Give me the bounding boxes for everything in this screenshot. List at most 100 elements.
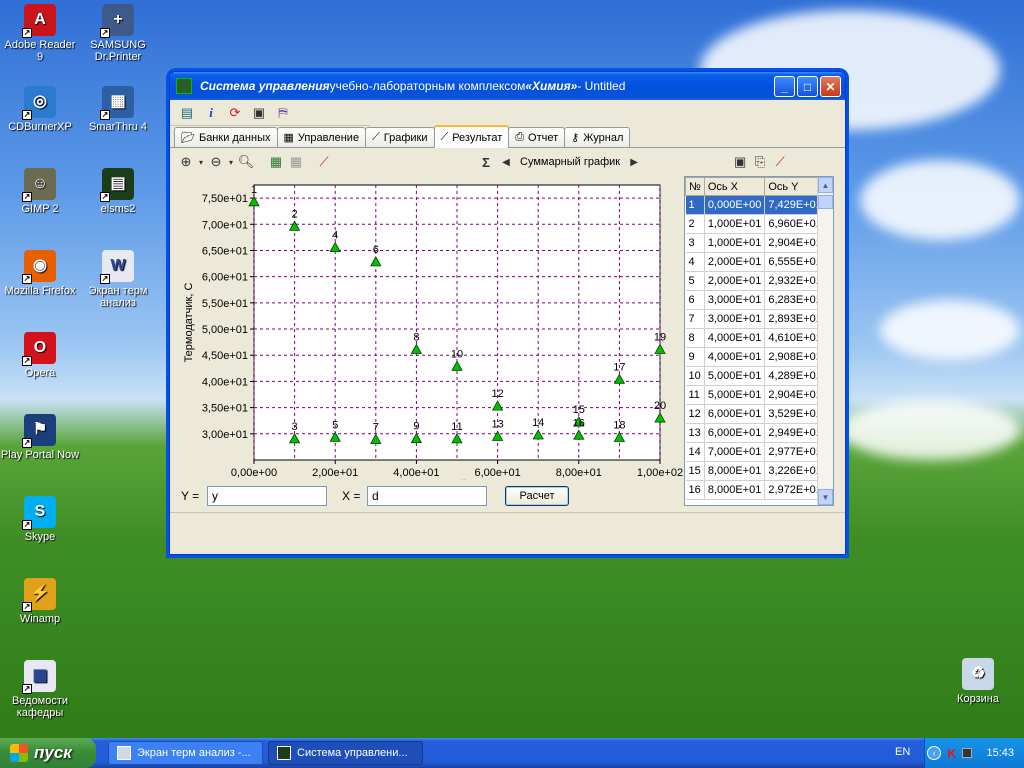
tab-4[interactable]: ⟋ Результат: [433, 125, 510, 148]
scroll-thumb[interactable]: [818, 195, 833, 209]
table-cell[interactable]: 5: [685, 271, 705, 291]
start-button[interactable]: пуск: [0, 738, 96, 768]
column-header[interactable]: Ось X: [703, 177, 766, 196]
table-cell[interactable]: 6,000E+01: [704, 404, 766, 424]
copy-chart-icon[interactable]: ⎘: [750, 153, 770, 171]
desktop-icon[interactable]: ▩ ↗ Ведомости кафедры: [0, 660, 80, 719]
table-cell[interactable]: 4: [685, 252, 705, 272]
network-icon[interactable]: [962, 748, 973, 758]
calculator-icon[interactable]: ▤: [178, 104, 196, 122]
save-icon[interactable]: ▣: [250, 104, 268, 122]
table-cell[interactable]: 4,000E+01: [704, 347, 766, 367]
desktop-icon[interactable]: O ↗ Opera: [0, 332, 80, 379]
table-cell[interactable]: 5,000E+01: [704, 385, 766, 405]
desktop-icon[interactable]: ◎ ↗ CDBurnerXP: [0, 86, 80, 133]
table-row[interactable]: 2 1,000E+01 6,960E+01: [685, 214, 826, 234]
title-bar[interactable]: Система управления учебно-лабораторным к…: [170, 72, 845, 100]
tab-1[interactable]: 📂︎ Банки данных: [174, 127, 278, 147]
tab-3[interactable]: ⟋ Графики: [365, 127, 435, 147]
grid-toggle-icon[interactable]: ▦: [266, 153, 286, 171]
table-cell[interactable]: 2,000E+01: [704, 271, 766, 291]
table-row[interactable]: 12 6,000E+01 3,529E+01: [685, 404, 826, 424]
table-cell[interactable]: 14: [685, 442, 705, 462]
table-row[interactable]: 13 6,000E+01 2,949E+01: [685, 423, 826, 443]
info-icon[interactable]: i: [202, 104, 220, 122]
sigma-icon[interactable]: Σ: [476, 153, 496, 171]
desktop-icon[interactable]: ♻ Корзина: [938, 658, 1018, 705]
table-cell[interactable]: 8,000E+01: [704, 461, 766, 481]
line-chart-icon[interactable]: ⟋: [314, 153, 334, 171]
table-row[interactable]: 6 3,000E+01 6,283E+01: [685, 290, 826, 310]
table-row[interactable]: 5 2,000E+01 2,932E+01: [685, 271, 826, 291]
antivirus-icon[interactable]: K: [947, 746, 956, 761]
table-cell[interactable]: 12: [685, 404, 705, 424]
grid-off-icon[interactable]: ▦: [286, 153, 306, 171]
table-cell[interactable]: 0,000E+00: [704, 195, 766, 215]
table-row[interactable]: 16 8,000E+01 2,972E+01: [685, 480, 826, 500]
table-row[interactable]: 4 2,000E+01 6,555E+01: [685, 252, 826, 272]
zoom-in-dropdown-icon[interactable]: ▾: [196, 153, 206, 171]
table-cell[interactable]: 8: [685, 328, 705, 348]
table-cell[interactable]: 3,000E+01: [704, 290, 766, 310]
export-chart-icon[interactable]: ⟋: [770, 153, 790, 171]
refresh-icon[interactable]: ⟳: [226, 104, 244, 122]
table-row[interactable]: 11 5,000E+01 2,904E+01: [685, 385, 826, 405]
close-button[interactable]: ✕: [820, 76, 841, 97]
table-cell[interactable]: 3,000E+01: [704, 309, 766, 329]
task-button-2[interactable]: Система управлени...: [268, 741, 423, 765]
exit-icon[interactable]: ⛿: [274, 104, 292, 122]
table-cell[interactable]: 4,000E+01: [704, 328, 766, 348]
table-cell[interactable]: 16: [685, 480, 705, 500]
tab-6[interactable]: ⚷ Журнал: [564, 127, 631, 147]
table-scrollbar[interactable]: ▲ ▼: [817, 177, 833, 505]
table-cell[interactable]: 2,000E+01: [704, 252, 766, 272]
table-cell[interactable]: 13: [685, 423, 705, 443]
table-row[interactable]: 1 0,000E+00 7,429E+01: [685, 195, 826, 215]
table-cell[interactable]: 15: [685, 461, 705, 481]
table-cell[interactable]: 6: [685, 290, 705, 310]
desktop-icon[interactable]: ▤ ↗ elsms2: [78, 168, 158, 215]
desktop-icon[interactable]: A ↗ Adobe Reader 9: [0, 4, 80, 63]
zoom-out-dropdown-icon[interactable]: ▾: [226, 153, 236, 171]
desktop-icon[interactable]: W ↗ Экран терм анализ: [78, 250, 158, 309]
table-cell[interactable]: 1,000E+01: [704, 233, 766, 253]
desktop-icon[interactable]: ☺ ↗ GIMP 2: [0, 168, 80, 215]
table-cell[interactable]: 1: [685, 195, 705, 215]
table-row[interactable]: 3 1,000E+01 2,904E+01: [685, 233, 826, 253]
scroll-up-icon[interactable]: ▲: [818, 177, 833, 193]
table-row[interactable]: 8 4,000E+01 4,610E+01: [685, 328, 826, 348]
zoom-in-icon[interactable]: ⊕: [176, 153, 196, 171]
table-row[interactable]: 9 4,000E+01 2,908E+01: [685, 347, 826, 367]
tab-5[interactable]: ⎙ Отчет: [508, 127, 566, 147]
maximize-button[interactable]: □: [797, 76, 818, 97]
table-cell[interactable]: 9: [685, 347, 705, 367]
desktop-icon[interactable]: S ↗ Skype: [0, 496, 80, 543]
table-row[interactable]: 15 8,000E+01 3,226E+01: [685, 461, 826, 481]
table-row[interactable]: 10 5,000E+01 4,289E+01: [685, 366, 826, 386]
task-button-1[interactable]: Экран терм анализ -...: [108, 741, 263, 765]
table-cell[interactable]: 5,000E+01: [704, 366, 766, 386]
table-cell[interactable]: 8,000E+01: [704, 480, 766, 500]
table-row[interactable]: 7 3,000E+01 2,893E+01: [685, 309, 826, 329]
column-header[interactable]: №: [685, 177, 705, 196]
table-cell[interactable]: 7: [685, 309, 705, 329]
table-cell[interactable]: 3: [685, 233, 705, 253]
zoom-out-icon[interactable]: ⊖: [206, 153, 226, 171]
tab-2[interactable]: ▦ Управление: [276, 127, 367, 147]
desktop-icon[interactable]: ⚡ ↗ Winamp: [0, 578, 80, 625]
desktop-icon[interactable]: + ↗ SAMSUNG Dr.Printer: [78, 4, 158, 63]
y-input[interactable]: y: [207, 486, 327, 506]
desktop-icon[interactable]: ◉ ↗ Mozilla Firefox: [0, 250, 80, 297]
table-cell[interactable]: 7,000E+01: [704, 442, 766, 462]
desktop-icon[interactable]: ▦ ↗ SmarThru 4: [78, 86, 158, 133]
desktop-icon[interactable]: ⚑ ↗ Play Portal Now: [0, 414, 80, 461]
table-cell[interactable]: 2: [685, 214, 705, 234]
table-cell[interactable]: 1,000E+01: [704, 214, 766, 234]
table-cell[interactable]: 11: [685, 385, 705, 405]
table-cell[interactable]: 10: [685, 366, 705, 386]
table-cell[interactable]: 6,000E+01: [704, 423, 766, 443]
minimize-button[interactable]: _: [774, 76, 795, 97]
table-row[interactable]: 14 7,000E+01 2,977E+01: [685, 442, 826, 462]
language-indicator[interactable]: EN: [895, 746, 910, 758]
next-arrow-icon[interactable]: ▶: [624, 153, 644, 171]
